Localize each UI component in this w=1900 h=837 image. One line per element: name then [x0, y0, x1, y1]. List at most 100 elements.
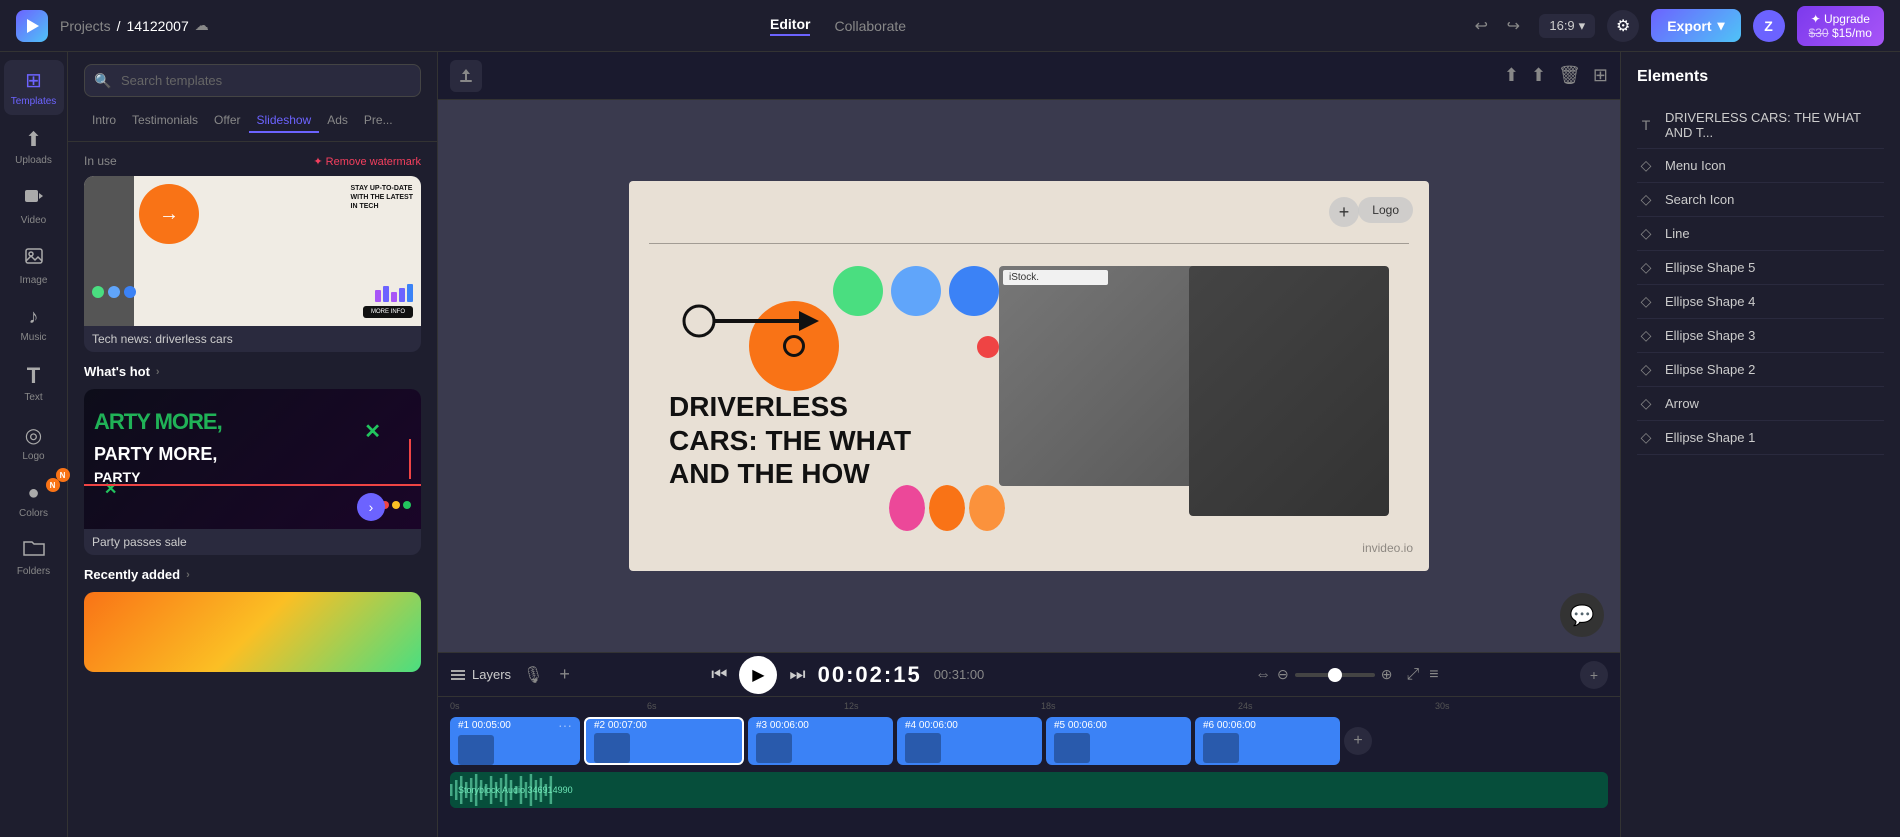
party-next-btn[interactable]: ›	[357, 493, 385, 521]
track-clip-2[interactable]: #2 00:07:00	[584, 717, 744, 765]
image-icon	[24, 246, 44, 272]
templates-icon: ⊞	[25, 68, 42, 93]
app-logo[interactable]	[16, 10, 48, 42]
party-text-1: ARTY MORE,	[94, 409, 222, 435]
sidebar-item-folders[interactable]: Folders	[4, 531, 64, 585]
element-item-search-icon[interactable]: ◇ Search Icon	[1637, 183, 1884, 217]
track-clip-6[interactable]: #6 00:06:00	[1195, 717, 1340, 765]
zoom-out-icon[interactable]: ⊖	[1277, 666, 1289, 683]
video-icon	[24, 186, 44, 212]
tab-intro[interactable]: Intro	[84, 109, 124, 133]
track-clip-4[interactable]: #4 00:06:00	[897, 717, 1042, 765]
delete-icon-btn[interactable]: 🗑	[1558, 65, 1581, 86]
tab-collaborate[interactable]: Collaborate	[834, 18, 906, 34]
element-item-ellipse-1[interactable]: ◇ Ellipse Shape 1	[1637, 421, 1884, 455]
element-label-ellipse-3: Ellipse Shape 3	[1665, 328, 1755, 343]
upgrade-button[interactable]: ✦ Upgrade $30 $15/mo	[1797, 6, 1884, 46]
element-label-search-icon: Search Icon	[1665, 192, 1734, 207]
timeline-expand-btn[interactable]: ⤢	[1406, 666, 1419, 684]
text-label: Text	[24, 392, 42, 403]
clip-6-thumb	[1203, 733, 1239, 763]
clip-1-menu[interactable]: ···	[558, 717, 572, 733]
remove-watermark-button[interactable]: ✦ Remove watermark	[313, 155, 421, 168]
text-icon: T	[27, 363, 40, 389]
ellipse5-element-icon: ◇	[1637, 259, 1655, 276]
canvas-logo-button[interactable]: Logo	[1358, 197, 1413, 223]
sidebar-item-uploads[interactable]: ⬆ Uploads	[4, 119, 64, 174]
undo-button[interactable]: ↩	[1467, 12, 1495, 40]
sidebar-item-templates[interactable]: ⊞ Templates	[4, 60, 64, 115]
sidebar-item-text[interactable]: T Text	[4, 355, 64, 411]
zoom-slider[interactable]	[1295, 673, 1375, 677]
timeline-right-actions: +	[1580, 661, 1608, 689]
user-avatar[interactable]: Z	[1753, 10, 1785, 42]
track-clip-1[interactable]: #1 00:05:00 ···	[450, 717, 580, 765]
save-up-icon-btn[interactable]: ⬆	[1531, 65, 1546, 86]
music-label: Music	[20, 332, 46, 343]
track-clip-5[interactable]: #5 00:06:00	[1046, 717, 1191, 765]
tab-slideshow[interactable]: Slideshow	[249, 109, 320, 133]
watermark-label: invideo.io	[1362, 541, 1413, 555]
tab-pre[interactable]: Pre...	[356, 109, 401, 133]
element-item-driverless-text[interactable]: T DRIVERLESS CARS: THE WHAT AND T...	[1637, 102, 1884, 149]
recently-added-section-header[interactable]: Recently added ›	[84, 567, 421, 582]
clip-2-label: #2 00:07:00	[594, 720, 647, 731]
export-button[interactable]: Export ▾	[1651, 9, 1740, 42]
sidebar-item-logo[interactable]: ◎ Logo	[4, 415, 64, 470]
next-button[interactable]: ⏭	[789, 664, 805, 685]
canvas-add-button[interactable]: +	[1329, 197, 1359, 227]
tab-editor[interactable]: Editor	[770, 16, 810, 36]
expand-icon[interactable]: ⇔	[1255, 666, 1271, 684]
tab-ads[interactable]: Ads	[319, 109, 356, 133]
element-item-menu-icon[interactable]: ◇ Menu Icon	[1637, 149, 1884, 183]
play-button[interactable]: ▶	[739, 656, 777, 694]
clip-5-label: #5 00:06:00	[1054, 720, 1183, 731]
aspect-ratio-selector[interactable]: 16:9 ▾	[1539, 14, 1595, 38]
timeline-settings-icon[interactable]: ≡	[1429, 666, 1438, 684]
total-duration: 00:31:00	[934, 667, 985, 682]
add-clip-button[interactable]: +	[1344, 727, 1372, 755]
search-input[interactable]	[84, 64, 421, 97]
headline-1: DRIVERLESS	[669, 391, 848, 422]
zoom-in-icon[interactable]: ⊕	[1381, 666, 1393, 683]
mic-button[interactable]: 🎙	[523, 665, 543, 685]
sidebar-item-image[interactable]: Image	[4, 238, 64, 294]
layers-button[interactable]: Layers	[450, 667, 511, 683]
prev-button[interactable]: ⏮	[711, 664, 727, 685]
template-name-driverless: Tech news: driverless cars	[84, 326, 421, 352]
element-item-arrow[interactable]: ◇ Arrow	[1637, 387, 1884, 421]
audio-track[interactable]: Storyblock Audio 346914990	[450, 772, 1608, 808]
template-card-party[interactable]: ARTY MORE, PARTY MORE, PARTY ✕ ✕ › Party…	[84, 389, 421, 555]
upload-icon-btn[interactable]: ⬆	[1504, 65, 1519, 86]
recently-added-label: Recently added	[84, 567, 180, 582]
whats-hot-section-header[interactable]: What's hot ›	[84, 364, 421, 379]
redo-button[interactable]: ↪	[1499, 12, 1527, 40]
arrow-element[interactable]	[669, 271, 849, 371]
topbar: Projects / 14122007 ☁ Editor Collaborate…	[0, 0, 1900, 52]
add-track-button[interactable]: +	[559, 664, 570, 685]
track-clip-3[interactable]: #3 00:06:00	[748, 717, 893, 765]
element-item-ellipse-5[interactable]: ◇ Ellipse Shape 5	[1637, 251, 1884, 285]
template-card-recent[interactable]	[84, 592, 421, 672]
sidebar-item-video[interactable]: Video	[4, 178, 64, 234]
sidebar-item-colors[interactable]: ● Colors N	[4, 474, 64, 527]
element-item-ellipse-2[interactable]: ◇ Ellipse Shape 2	[1637, 353, 1884, 387]
party-stripe	[84, 484, 421, 486]
settings-button[interactable]: ⚙	[1607, 10, 1639, 42]
tab-offer[interactable]: Offer	[206, 109, 248, 133]
template-card-driverless[interactable]: ✓ → STAY UP-TO-DATEWITH THE LATESTIN TEC…	[84, 176, 421, 352]
element-item-line[interactable]: ◇ Line	[1637, 217, 1884, 251]
element-item-ellipse-4[interactable]: ◇ Ellipse Shape 4	[1637, 285, 1884, 319]
sidebar-item-music[interactable]: ♪ Music	[4, 298, 64, 351]
project-name[interactable]: 14122007	[126, 18, 188, 34]
toolbar-upload-left[interactable]	[450, 60, 482, 92]
tab-testimonials[interactable]: Testimonials	[124, 109, 206, 133]
grid-icon-btn[interactable]: ⊞	[1593, 65, 1608, 86]
add-layer-btn[interactable]: +	[1580, 661, 1608, 689]
canvas-content[interactable]: + Logo	[629, 181, 1429, 571]
canvas-frame: + Logo	[438, 100, 1620, 652]
arrow-element-icon: ◇	[1637, 395, 1655, 412]
projects-link[interactable]: Projects	[60, 18, 111, 34]
element-item-ellipse-3[interactable]: ◇ Ellipse Shape 3	[1637, 319, 1884, 353]
element-label-arrow: Arrow	[1665, 396, 1699, 411]
